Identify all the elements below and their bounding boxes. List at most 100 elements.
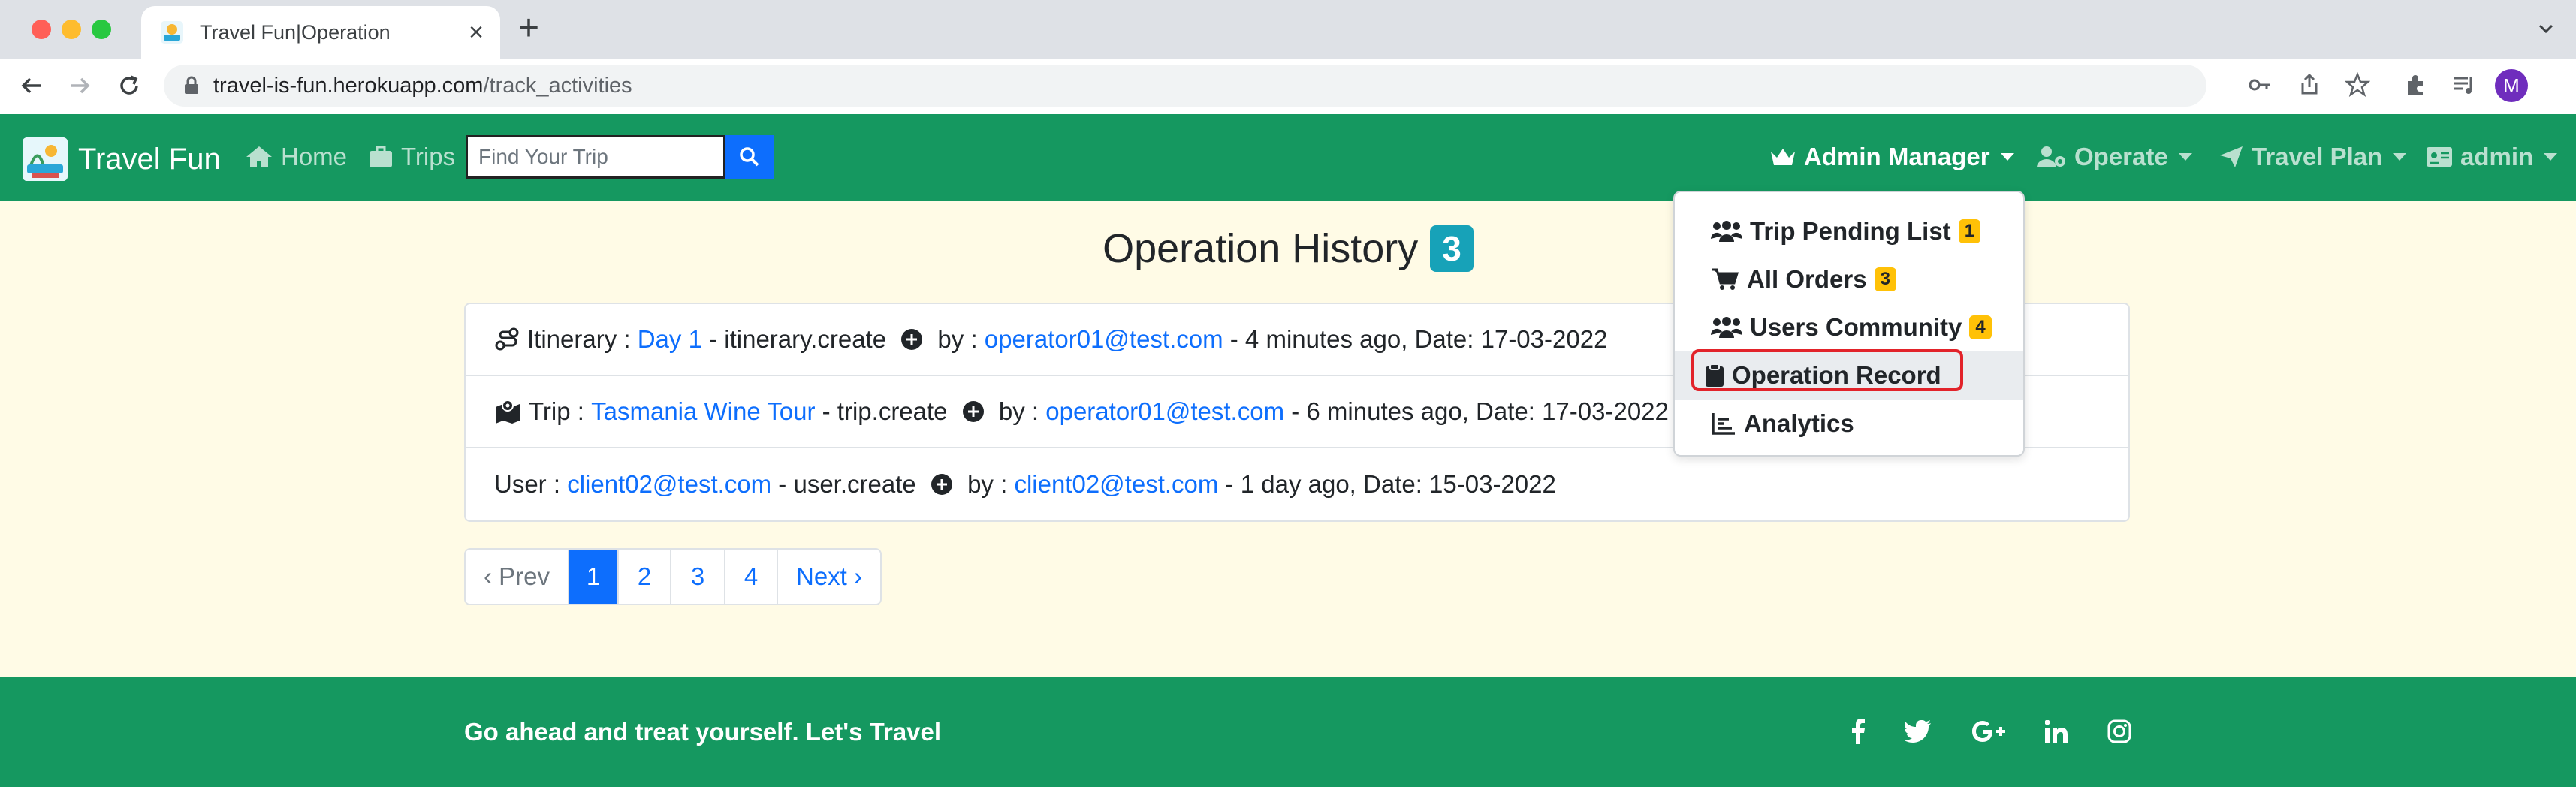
chevron-down-icon <box>2000 153 2014 161</box>
chevron-down-icon <box>2178 153 2192 161</box>
favicon-icon <box>161 21 183 44</box>
tab-title: Travel Fun|Operation <box>200 20 391 44</box>
nav-user-label: admin <box>2460 143 2534 170</box>
admin-manager-dropdown: Trip Pending List 1 All Orders 3 Users C… <box>1673 191 2025 457</box>
cart-icon <box>1712 268 1739 290</box>
dropdown-item-label: Analytics <box>1744 409 1854 437</box>
item-email-link[interactable]: operator01@test.com <box>1045 397 1284 426</box>
highlight-box <box>1691 349 1963 391</box>
reload-icon[interactable] <box>116 72 143 99</box>
suitcase-icon <box>370 146 392 167</box>
item-target-link[interactable]: Tasmania Wine Tour <box>591 397 815 426</box>
count-badge: 3 <box>1430 225 1474 272</box>
item-time: - 6 minutes ago, Date: 17-03-2022 <box>1284 397 1669 425</box>
dropdown-item-analytics[interactable]: Analytics <box>1675 400 2023 448</box>
item-label: Trip : <box>529 397 592 425</box>
item-time: - 1 day ago, Date: 15-03-2022 <box>1218 470 1556 498</box>
google-plus-icon[interactable] <box>1971 715 2007 748</box>
search-input[interactable] <box>466 135 725 179</box>
item-time: - 4 minutes ago, Date: 17-03-2022 <box>1223 325 1608 353</box>
new-tab-button[interactable]: + <box>518 11 539 47</box>
window-maximize-button[interactable] <box>92 20 111 39</box>
pagination-page-1[interactable]: 1 <box>569 550 619 604</box>
item-target-link[interactable]: Day 1 <box>638 325 702 354</box>
dropdown-item-trip-pending-list[interactable]: Trip Pending List 1 <box>1675 207 2023 255</box>
item-email-link[interactable]: operator01@test.com <box>985 325 1223 354</box>
plus-circle-icon <box>931 474 952 495</box>
crown-icon <box>1771 149 1795 165</box>
chevron-down-icon <box>2393 153 2407 161</box>
item-target-link[interactable]: client02@test.com <box>567 470 771 499</box>
pagination-next[interactable]: Next › <box>778 550 880 604</box>
back-icon[interactable] <box>18 72 45 99</box>
nav-operate[interactable]: Operate <box>2037 143 2192 171</box>
bookmark-star-icon[interactable] <box>2345 72 2370 98</box>
pagination-page-2[interactable]: 2 <box>619 550 671 604</box>
nav-admin-manager-label: Admin Manager <box>1804 143 1990 170</box>
nav-travel-plan-label: Travel Plan <box>2252 143 2383 170</box>
dropdown-item-all-orders[interactable]: All Orders 3 <box>1675 255 2023 303</box>
address-bar[interactable]: travel-is-fun.herokuapp.com/track_activi… <box>164 65 2206 107</box>
dropdown-item-users-community[interactable]: Users Community 4 <box>1675 303 2023 351</box>
linkedin-icon[interactable] <box>2038 715 2074 748</box>
media-queue-icon[interactable] <box>2451 72 2477 98</box>
pagination-page-3[interactable]: 3 <box>671 550 725 604</box>
user-cog-icon <box>2037 146 2065 167</box>
nav-trips[interactable]: Trips <box>368 143 455 171</box>
pagination: ‹ Prev 1 2 3 4 Next › <box>464 548 882 605</box>
window-minimize-button[interactable] <box>62 20 81 39</box>
users-icon <box>1711 317 1742 338</box>
footer-tagline: Go ahead and treat yourself. Let's Trave… <box>464 718 942 746</box>
brand-name: Travel Fun <box>78 142 221 176</box>
users-icon <box>1711 221 1742 242</box>
nav-home-label: Home <box>281 143 348 170</box>
item-action: - itinerary.create <box>701 325 894 353</box>
pagination-prev[interactable]: ‹ Prev <box>466 550 569 604</box>
forward-icon[interactable] <box>66 72 93 99</box>
list-item: User : client02@test.com - user.create b… <box>466 448 2128 520</box>
item-by: by : <box>960 470 1015 498</box>
dropdown-item-label: All Orders <box>1747 265 1867 293</box>
window-close-button[interactable] <box>32 20 51 39</box>
key-icon[interactable] <box>2247 72 2273 98</box>
item-label: User : <box>494 470 568 498</box>
lock-icon <box>185 76 198 94</box>
twitter-icon[interactable] <box>1900 715 1936 748</box>
paper-plane-icon <box>2220 146 2243 167</box>
share-icon[interactable] <box>2297 72 2322 98</box>
nav-home[interactable]: Home <box>245 143 347 171</box>
tab-close-icon[interactable]: × <box>469 20 484 45</box>
search-button[interactable] <box>725 135 774 179</box>
map-marked-icon <box>496 400 520 424</box>
count-badge: 3 <box>1874 267 1896 291</box>
profile-avatar[interactable]: M <box>2495 69 2528 102</box>
brand-logo <box>23 137 68 181</box>
id-card-icon <box>2427 147 2452 167</box>
instagram-icon[interactable] <box>2101 715 2137 748</box>
item-label: Itinerary : <box>527 325 638 353</box>
home-icon <box>246 146 272 167</box>
item-by: by : <box>991 397 1046 425</box>
facebook-icon[interactable] <box>1840 715 1876 748</box>
item-email-link[interactable]: client02@test.com <box>1014 470 1218 499</box>
item-action: - user.create <box>771 470 923 498</box>
brand[interactable]: Travel Fun <box>23 137 221 181</box>
nav-operate-label: Operate <box>2074 143 2168 170</box>
tab-search-icon[interactable] <box>2535 18 2556 39</box>
nav-admin-manager[interactable]: Admin Manager <box>1769 143 2014 171</box>
page-title: Operation History 3 <box>0 225 2576 272</box>
browser-tab-bar: Travel Fun|Operation × + <box>0 0 2576 59</box>
extensions-icon[interactable] <box>2403 72 2429 98</box>
nav-user[interactable]: admin <box>2426 143 2558 171</box>
pagination-page-4[interactable]: 4 <box>725 550 778 604</box>
route-icon <box>495 327 519 351</box>
page-title-text: Operation History <box>1102 226 1419 271</box>
nav-travel-plan[interactable]: Travel Plan <box>2219 143 2407 171</box>
url-text: travel-is-fun.herokuapp.com/track_activi… <box>213 73 632 98</box>
count-badge: 1 <box>1958 219 1981 243</box>
nav-trips-label: Trips <box>401 143 456 170</box>
chart-icon <box>1712 413 1735 435</box>
browser-tab[interactable]: Travel Fun|Operation × <box>141 6 500 59</box>
travel-logo-icon <box>23 137 68 181</box>
count-badge: 4 <box>1969 315 1992 339</box>
